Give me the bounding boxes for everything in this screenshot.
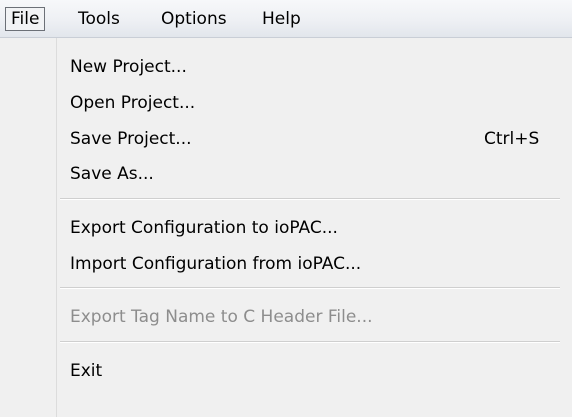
menu-options[interactable]: Options — [156, 7, 232, 31]
menu-icon-gutter — [0, 38, 57, 417]
menu-item-save-project[interactable]: Save Project... Ctrl+S — [58, 122, 572, 156]
menu-item-label: Save Project... — [70, 129, 192, 149]
menu-help[interactable]: Help — [257, 7, 306, 31]
menu-separator — [60, 341, 560, 343]
menu-item-label: Export Tag Name to C Header File... — [70, 307, 373, 327]
menu-separator — [60, 198, 560, 200]
menu-item-import-config[interactable]: Import Configuration from ioPAC... — [58, 247, 572, 281]
menu-item-save-as[interactable]: Save As... — [58, 157, 572, 191]
menu-item-exit[interactable]: Exit — [58, 354, 572, 388]
menu-item-export-config[interactable]: Export Configuration to ioPAC... — [58, 211, 572, 245]
menu-item-label: Exit — [70, 361, 103, 381]
menu-item-label: Save As... — [70, 164, 154, 184]
menu-separator — [60, 287, 560, 289]
menu-tools[interactable]: Tools — [73, 7, 125, 31]
menu-item-export-tag-name: Export Tag Name to C Header File... — [58, 300, 572, 334]
file-dropdown-menu: New Project... Open Project... Save Proj… — [0, 38, 572, 417]
menu-bar: File Tools Options Help — [0, 0, 572, 38]
menu-item-label: Export Configuration to ioPAC... — [70, 218, 338, 238]
menu-item-label: New Project... — [70, 57, 187, 77]
menu-item-label: Open Project... — [70, 93, 196, 113]
menu-item-label: Import Configuration from ioPAC... — [70, 254, 362, 274]
menu-item-shortcut: Ctrl+S — [484, 129, 540, 149]
menu-item-open-project[interactable]: Open Project... — [58, 86, 572, 120]
menu-file[interactable]: File — [5, 7, 46, 31]
menu-item-new-project[interactable]: New Project... — [58, 50, 572, 84]
